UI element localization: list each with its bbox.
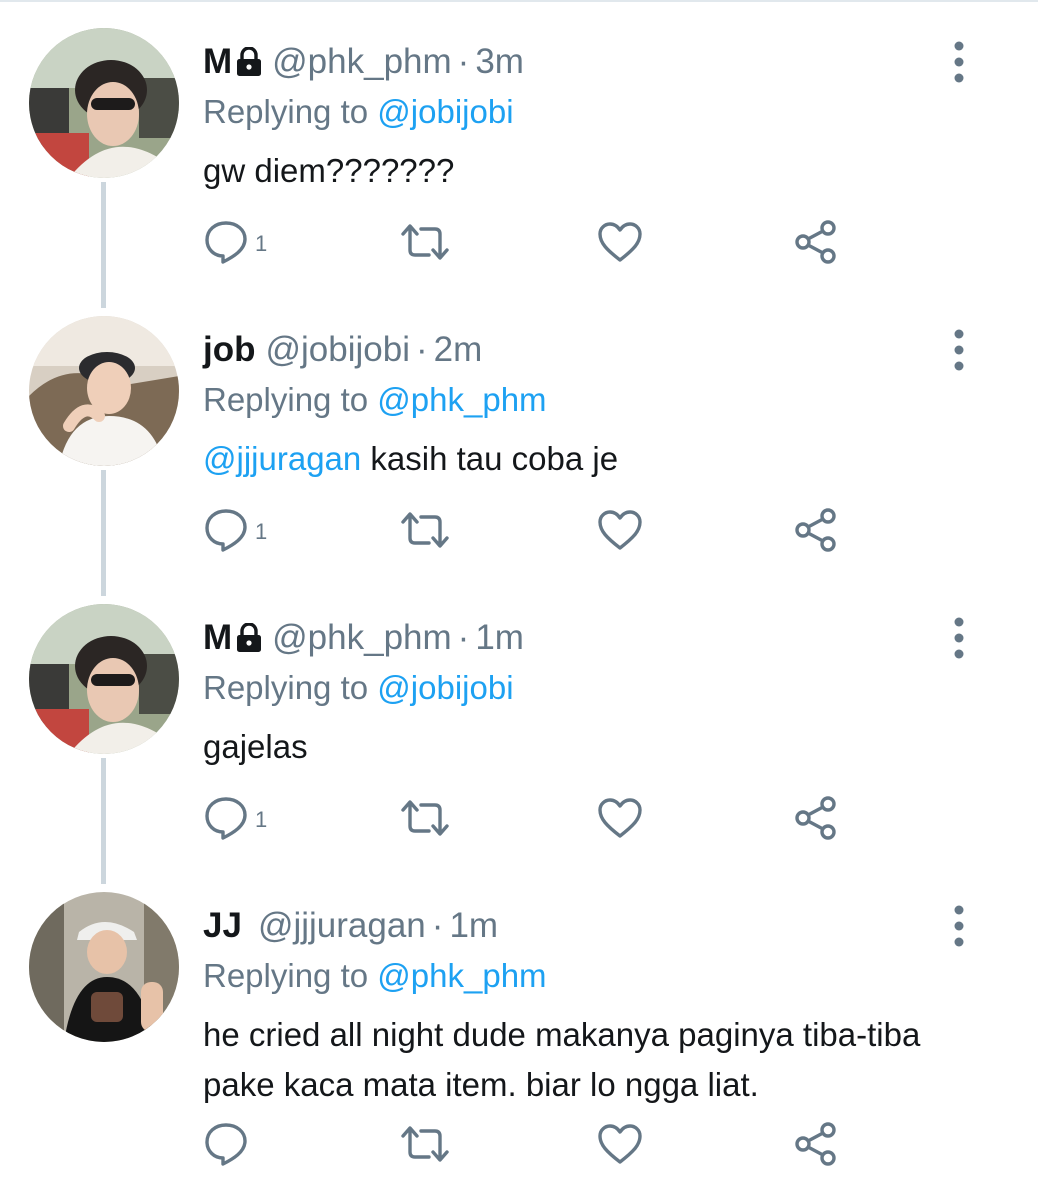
share-button[interactable] bbox=[793, 502, 839, 562]
share-button[interactable] bbox=[793, 214, 839, 274]
tweet-text: gajelas bbox=[203, 722, 973, 772]
share-icon bbox=[793, 507, 839, 558]
timestamp[interactable]: 3m bbox=[475, 42, 524, 81]
reply-count: 1 bbox=[255, 519, 268, 544]
display-name[interactable]: M bbox=[203, 618, 232, 657]
action-bar: 1 bbox=[203, 214, 903, 274]
reply-button[interactable]: 1 bbox=[203, 502, 267, 562]
top-divider bbox=[0, 0, 1038, 2]
display-name[interactable]: M bbox=[203, 42, 232, 81]
tweet-body: gajelas bbox=[203, 728, 308, 765]
user-handle[interactable]: @phk_phm bbox=[272, 42, 452, 81]
replying-label: Replying to bbox=[203, 669, 369, 706]
separator-dot: · bbox=[457, 42, 470, 81]
like-button[interactable] bbox=[597, 214, 643, 274]
replying-to-link[interactable]: @jobijobi bbox=[377, 669, 513, 706]
more-vertical-icon[interactable] bbox=[944, 902, 974, 950]
user-handle[interactable]: @phk_phm bbox=[272, 618, 452, 657]
share-button[interactable] bbox=[793, 1116, 839, 1176]
separator-dot: · bbox=[457, 618, 470, 657]
replying-to-link[interactable]: @phk_phm bbox=[377, 957, 546, 994]
retweet-icon bbox=[399, 798, 451, 843]
retweet-icon bbox=[399, 222, 451, 267]
reply-icon bbox=[203, 507, 249, 558]
retweet-button[interactable] bbox=[399, 502, 451, 562]
tweet-body: kasih tau coba je bbox=[361, 440, 619, 477]
retweet-button[interactable] bbox=[399, 790, 451, 850]
replying-to: Replying to @jobijobi bbox=[203, 664, 514, 712]
like-button[interactable] bbox=[597, 790, 643, 850]
avatar[interactable] bbox=[29, 316, 179, 466]
retweet-button[interactable] bbox=[399, 214, 451, 274]
mention-link[interactable]: @jjjuragan bbox=[203, 440, 361, 477]
action-bar: 1 bbox=[203, 790, 903, 850]
timestamp[interactable]: 1m bbox=[475, 618, 524, 657]
share-icon bbox=[793, 219, 839, 270]
separator-dot: · bbox=[415, 330, 428, 369]
replying-to-link[interactable]: @phk_phm bbox=[377, 381, 546, 418]
like-button[interactable] bbox=[597, 1116, 643, 1176]
action-bar: 1 bbox=[203, 502, 903, 562]
avatar[interactable] bbox=[29, 604, 179, 754]
reply-icon bbox=[203, 1121, 249, 1172]
reply-button[interactable]: 1 bbox=[203, 790, 267, 850]
more-vertical-icon[interactable] bbox=[944, 614, 974, 662]
display-name[interactable]: job bbox=[203, 330, 255, 369]
user-handle[interactable]: @jjjuragan bbox=[258, 906, 426, 945]
more-vertical-icon[interactable] bbox=[944, 38, 974, 86]
tweet[interactable]: JJ @jjjuragan · 1m Replying to @phk_phm he … bbox=[0, 892, 1038, 1192]
tweet-header: M @phk_phm · 3m bbox=[203, 36, 524, 88]
replying-label: Replying to bbox=[203, 381, 369, 418]
separator-dot: · bbox=[431, 906, 444, 945]
timestamp[interactable]: 2m bbox=[434, 330, 483, 369]
lock-icon bbox=[236, 40, 262, 92]
tweet-header: JJ @jjjuragan · 1m bbox=[203, 900, 498, 952]
tweet-body: he cried all night dude makanya paginya … bbox=[203, 1016, 921, 1103]
share-icon bbox=[793, 795, 839, 846]
tweet-body: gw diem??????? bbox=[203, 152, 455, 189]
tweet[interactable]: M @phk_phm · 1m Replying to @jobijobi gajel… bbox=[0, 604, 1038, 864]
replying-to: Replying to @jobijobi bbox=[203, 88, 514, 136]
share-button[interactable] bbox=[793, 790, 839, 850]
timestamp[interactable]: 1m bbox=[449, 906, 498, 945]
user-handle[interactable]: @jobijobi bbox=[265, 330, 410, 369]
more-vertical-icon[interactable] bbox=[944, 326, 974, 374]
reply-count: 1 bbox=[255, 807, 268, 832]
like-icon bbox=[597, 1123, 643, 1170]
tweet-header: job @jobijobi · 2m bbox=[203, 324, 482, 376]
reply-button[interactable] bbox=[203, 1116, 255, 1176]
avatar[interactable] bbox=[29, 892, 179, 1042]
avatar[interactable] bbox=[29, 28, 179, 178]
lock-icon bbox=[236, 616, 262, 668]
like-icon bbox=[597, 509, 643, 556]
like-icon bbox=[597, 797, 643, 844]
replying-to-link[interactable]: @jobijobi bbox=[377, 93, 513, 130]
tweet[interactable]: job @jobijobi · 2m Replying to @phk_phm @jj… bbox=[0, 316, 1038, 576]
retweet-icon bbox=[399, 1124, 451, 1169]
share-icon bbox=[793, 1121, 839, 1172]
reply-count: 1 bbox=[255, 231, 268, 256]
reply-icon bbox=[203, 795, 249, 846]
replying-label: Replying to bbox=[203, 957, 369, 994]
display-name[interactable]: JJ bbox=[203, 906, 242, 945]
retweet-button[interactable] bbox=[399, 1116, 451, 1176]
like-button[interactable] bbox=[597, 502, 643, 562]
tweet-text: he cried all night dude makanya paginya … bbox=[203, 1010, 953, 1110]
replying-to: Replying to @phk_phm bbox=[203, 952, 547, 1000]
action-bar bbox=[203, 1116, 903, 1176]
retweet-icon bbox=[399, 510, 451, 555]
replying-label: Replying to bbox=[203, 93, 369, 130]
tweet[interactable]: M @phk_phm · 3m Replying to @jobijobi gw di… bbox=[0, 28, 1038, 288]
tweet-text: gw diem??????? bbox=[203, 146, 973, 196]
reply-button[interactable]: 1 bbox=[203, 214, 267, 274]
reply-icon bbox=[203, 219, 249, 270]
tweet-header: M @phk_phm · 1m bbox=[203, 612, 524, 664]
tweet-text: @jjjuragan kasih tau coba je bbox=[203, 434, 973, 484]
like-icon bbox=[597, 221, 643, 268]
replying-to: Replying to @phk_phm bbox=[203, 376, 547, 424]
